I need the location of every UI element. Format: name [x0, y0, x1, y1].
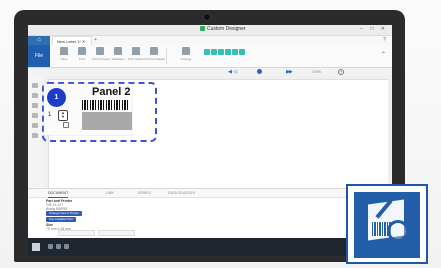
taskbar-app-icon[interactable]	[56, 244, 61, 249]
tab-new-label[interactable]: New Label 1* ✕	[52, 36, 92, 45]
taskbar: ENG 11:42	[28, 238, 392, 256]
tab-data-sources[interactable]: DATA SOURCES	[168, 189, 195, 197]
quantity-value: 1	[48, 112, 52, 118]
help-icon[interactable]: ?	[383, 36, 386, 45]
print-options-button[interactable]: Print Options	[128, 47, 145, 61]
printer-details-button[interactable]: Printer Details	[146, 47, 165, 61]
tab-document[interactable]: DOCUMENT	[48, 189, 69, 198]
taskbar-app-icon[interactable]	[48, 244, 53, 249]
options-icon	[132, 47, 140, 55]
line-tool-icon[interactable]	[32, 123, 38, 128]
home-icon: ⌂	[37, 37, 41, 43]
app-icon-frame	[346, 184, 428, 264]
panel-slider-knob[interactable]	[257, 69, 262, 74]
print-preview-button[interactable]: Print Preview	[92, 47, 110, 61]
arrange-icon	[182, 47, 190, 55]
table-tool-icon[interactable]	[32, 133, 38, 138]
image-tool-icon[interactable]	[32, 103, 38, 108]
barcode-tool-icon[interactable]	[32, 93, 38, 98]
details-icon	[150, 47, 158, 55]
app-logo-icon	[200, 26, 205, 31]
taskbar-app-icon[interactable]	[64, 244, 69, 249]
save-button[interactable]: Save	[56, 47, 72, 61]
option-field[interactable]	[98, 230, 135, 236]
align-left-button[interactable]	[204, 49, 210, 55]
align-top-button[interactable]	[225, 49, 231, 55]
option-field[interactable]	[58, 230, 95, 236]
ribbon: File Save Print Print Preview Database P…	[28, 45, 392, 68]
print-button[interactable]: Print	[74, 47, 90, 61]
stepper-arrows-icon: ▲ ▼	[61, 110, 65, 119]
top-ruler	[44, 75, 392, 80]
properties-panel: DOCUMENT LINK SERIES DATA SOURCES Part a…	[28, 188, 392, 239]
preview-icon	[96, 47, 104, 55]
barcode[interactable]	[82, 100, 130, 110]
close-tab-icon[interactable]: ✕	[82, 39, 85, 44]
placeholder-block[interactable]	[82, 112, 132, 130]
webcam	[204, 14, 210, 20]
ribbon-divider	[166, 48, 167, 64]
tab-link[interactable]: LINK	[106, 189, 114, 197]
database-icon	[114, 47, 122, 55]
start-button[interactable]	[32, 243, 40, 251]
shape-tool-icon[interactable]	[32, 113, 38, 118]
vertical-scrollbar[interactable]	[388, 79, 392, 188]
window-controls[interactable]: – □ ✕	[360, 26, 388, 32]
printer-icon	[78, 47, 86, 55]
home-tab[interactable]: ⌂	[28, 36, 50, 45]
database-button[interactable]: Database	[110, 47, 126, 61]
collapse-ribbon-icon[interactable]: ⌃	[381, 51, 386, 58]
distribute-button[interactable]	[239, 49, 245, 55]
title-bar: Custom Designer – □ ✕	[28, 25, 392, 36]
align-right-button[interactable]	[218, 49, 224, 55]
save-icon	[60, 47, 68, 55]
document-tabs: ⌂ New Label 1* ✕ + ?	[28, 36, 392, 45]
properties-tabs: DOCUMENT LINK SERIES DATA SOURCES	[28, 189, 392, 198]
panel-title-text[interactable]: Panel 2	[92, 86, 131, 98]
tab-series[interactable]: SERIES	[138, 189, 151, 197]
use-installed-part-button[interactable]: Use Installed Part	[46, 217, 76, 222]
align-center-button[interactable]	[211, 49, 217, 55]
file-button[interactable]: File	[28, 45, 50, 67]
align-bottom-button[interactable]	[232, 49, 238, 55]
change-part-button[interactable]: Change Part or Printer	[46, 211, 83, 216]
panel-counter-badge: 1	[47, 88, 66, 107]
custom-designer-logo-icon	[354, 192, 420, 258]
lock-icon[interactable]	[63, 122, 69, 128]
text-tool-icon[interactable]	[32, 83, 38, 88]
new-tab-button[interactable]: +	[94, 36, 97, 45]
quantity-stepper[interactable]: ▲ ▼	[58, 110, 68, 121]
app-title: Custom Designer	[200, 26, 246, 32]
arrange-button[interactable]: Arrange	[176, 47, 196, 61]
